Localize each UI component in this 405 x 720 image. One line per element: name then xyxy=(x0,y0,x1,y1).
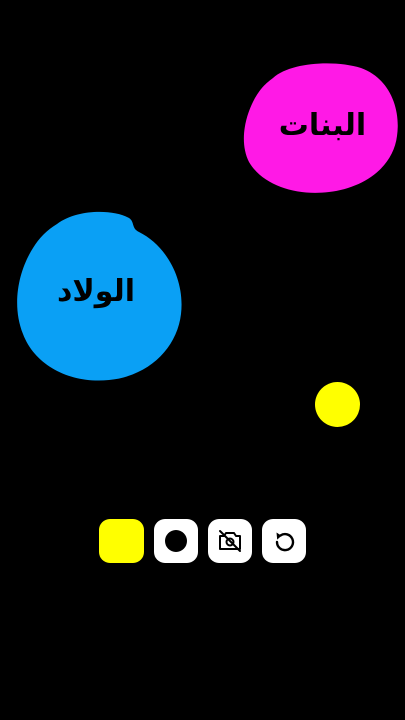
girls-blob[interactable]: البنات xyxy=(243,60,400,196)
boys-label: الولاد xyxy=(56,273,136,309)
undo-arrow-icon xyxy=(275,532,295,552)
drawing-canvas[interactable]: البنات الولاد xyxy=(0,0,405,720)
undo-button[interactable] xyxy=(262,519,306,563)
girls-label: البنات xyxy=(278,107,367,143)
yellow-paint-dot xyxy=(315,382,360,427)
no-camera-icon xyxy=(219,530,241,552)
color-swatch-button[interactable] xyxy=(99,519,144,563)
boys-blob[interactable]: الولاد xyxy=(17,210,183,382)
camera-off-button[interactable] xyxy=(208,519,252,563)
brush-size-button[interactable] xyxy=(154,519,198,563)
filled-circle-icon xyxy=(165,530,187,552)
drawing-toolbar xyxy=(99,519,306,563)
